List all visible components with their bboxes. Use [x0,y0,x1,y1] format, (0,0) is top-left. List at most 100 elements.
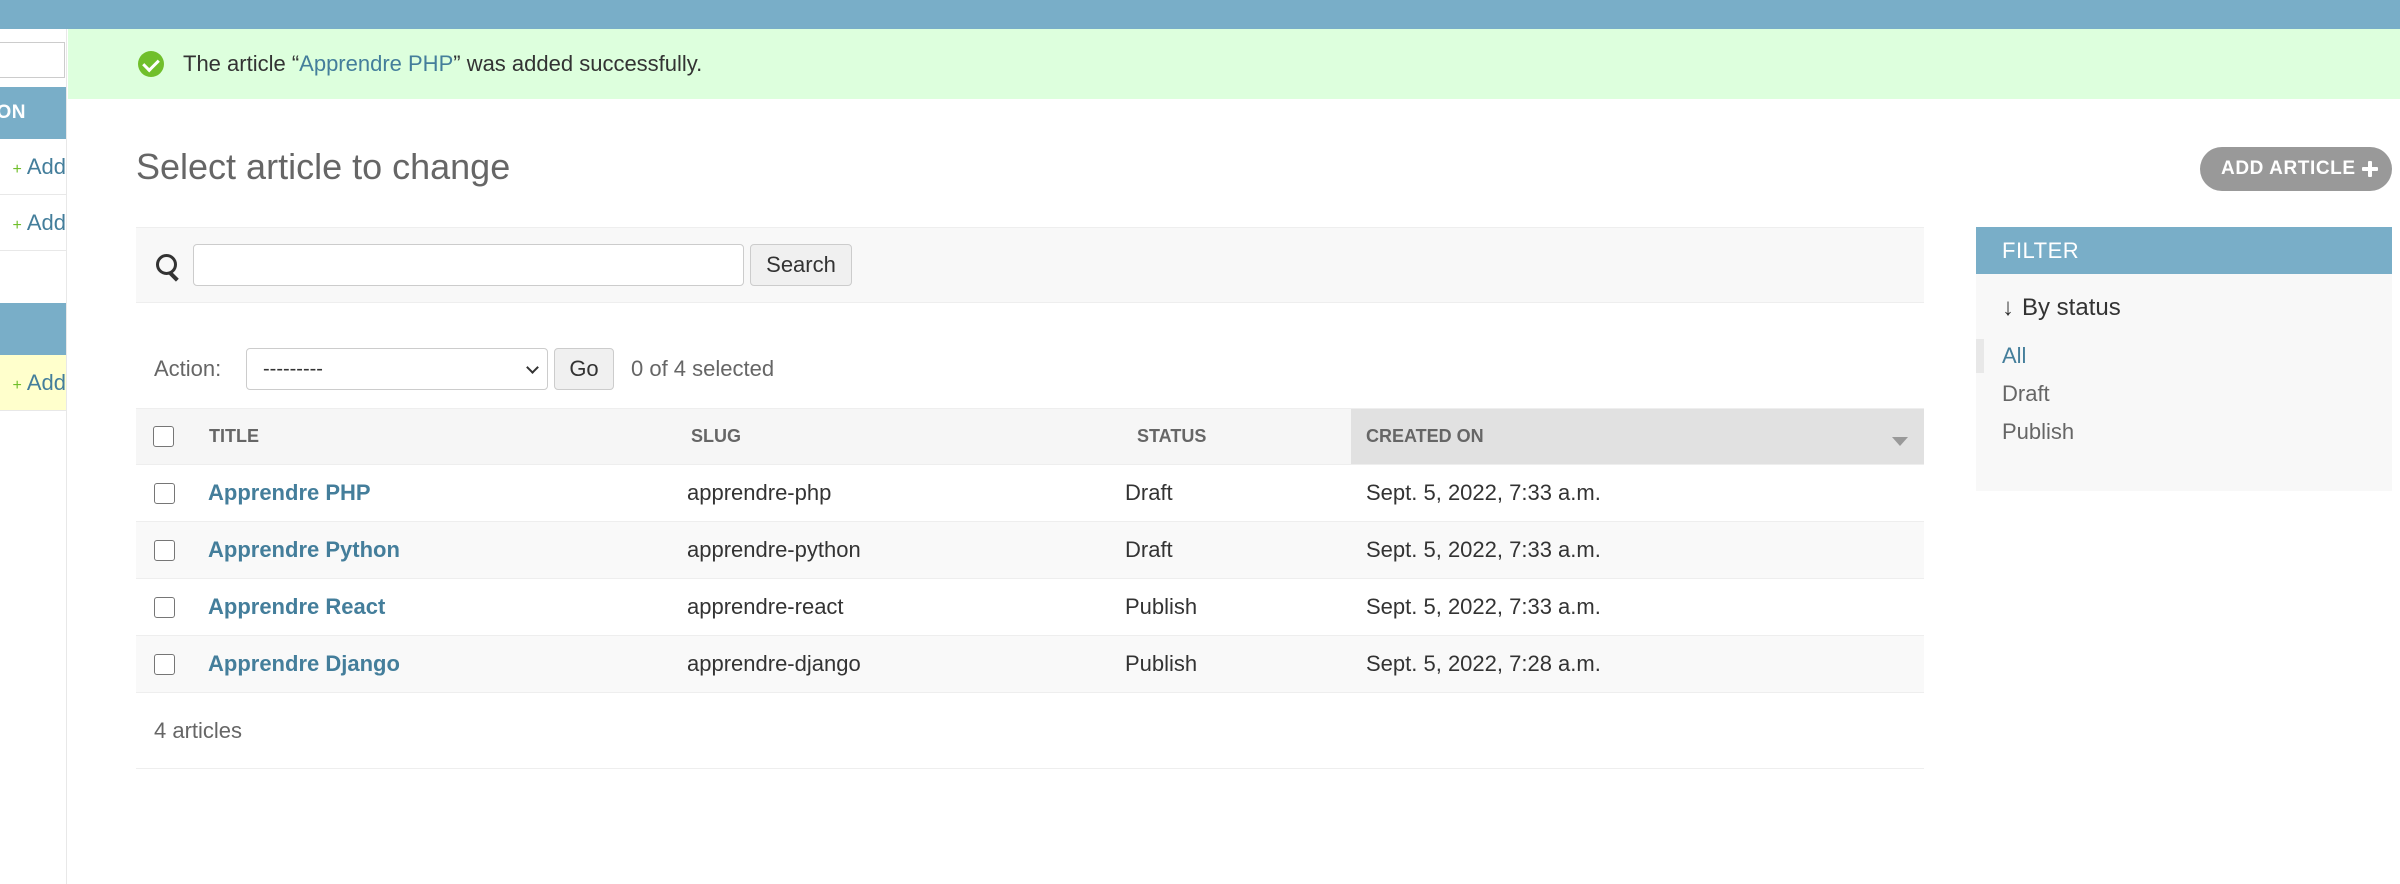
plus-icon: + [12,377,22,394]
created-cell: Sept. 5, 2022, 7:33 a.m. [1351,464,1924,522]
column-header-label: Slug [691,426,742,446]
app-caption[interactable]: ON [0,87,66,139]
message-article-link[interactable]: Apprendre PHP [299,51,453,76]
nav-add-label: Add [26,370,66,395]
page-title: Select article to change [136,146,511,187]
message-suffix: ” was added successfully. [453,51,703,76]
chevron-down-icon [526,361,539,374]
table-header-row: Title Slug Status Created on [136,408,1924,465]
nav-sidebar: ON + Add + Add + Add [0,29,67,884]
top-header-bar [0,0,2400,29]
nav-filter-input[interactable] [0,42,65,78]
results-table: Title Slug Status Created on Apprendre P… [136,408,1924,693]
selected-count: 0 of 4 selected [631,356,775,381]
created-cell: Sept. 5, 2022, 7:28 a.m. [1351,635,1924,693]
success-message: The article “Apprendre PHP” was added su… [68,29,2400,99]
article-title-link[interactable]: Apprendre PHP [195,480,371,505]
plus-icon: + [12,217,22,234]
app-caption[interactable] [0,303,66,355]
created-value: Sept. 5, 2022, 7:33 a.m. [1366,594,1601,619]
add-article-button[interactable]: Add article [2200,147,2392,191]
slug-value: apprendre-python [687,537,861,562]
table-row: Apprendre React apprendre-react Publish … [136,578,1924,636]
column-header-slug[interactable]: Slug [676,408,1122,465]
search-icon [156,254,182,280]
row-checkbox[interactable] [154,539,175,561]
sort-descending-icon[interactable] [1892,437,1908,446]
paginator: 4 articles [136,693,1924,769]
row-checkbox-cell [136,635,194,693]
select-all-checkbox[interactable] [153,426,174,447]
column-header-label: Title [209,426,259,446]
created-value: Sept. 5, 2022, 7:28 a.m. [1366,651,1601,676]
status-value: Draft [1125,537,1173,562]
column-header-label: Status [1137,426,1207,446]
filter-heading: Filter [1976,227,2392,274]
created-cell: Sept. 5, 2022, 7:33 a.m. [1351,578,1924,636]
action-select[interactable]: --------- [246,348,548,390]
row-checkbox-cell [136,464,194,522]
filter-options: All Draft Publish [1976,337,2392,451]
filter-option-draft[interactable]: Draft [1976,375,2392,413]
plus-icon: + [12,161,22,178]
filter-option-all[interactable]: All [1976,337,2392,375]
row-checkbox[interactable] [154,653,175,675]
status-value: Publish [1125,594,1198,619]
article-title-link[interactable]: Apprendre Django [195,651,400,676]
column-header-label: Created on [1366,426,1484,446]
slug-cell: apprendre-php [676,464,1122,522]
app-caption-label: ON [0,102,26,123]
slug-cell: apprendre-python [676,521,1122,579]
slug-value: apprendre-php [687,480,832,505]
status-cell: Draft [1122,521,1351,579]
status-value: Draft [1125,480,1173,505]
success-check-icon [138,51,164,77]
search-input[interactable] [193,244,744,286]
created-value: Sept. 5, 2022, 7:33 a.m. [1366,480,1601,505]
row-checkbox-cell [136,521,194,579]
nav-model-row: + Add [0,139,66,195]
message-prefix: The article “ [183,51,300,76]
go-button[interactable]: Go [554,348,614,390]
add-article-label: Add article [2221,158,2356,179]
slug-value: apprendre-django [687,651,861,676]
title-cell: Apprendre Python [194,521,676,579]
title-cell: Apprendre React [194,578,676,636]
filter-subtitle-label: By status [2022,294,2121,321]
status-value: Publish [1125,651,1198,676]
column-header-title[interactable]: Title [194,408,676,465]
status-cell: Publish [1122,578,1351,636]
nav-model-row-current: + Add [0,355,66,411]
column-header-status[interactable]: Status [1122,408,1351,465]
slug-cell: apprendre-django [676,635,1122,693]
article-title-link[interactable]: Apprendre Python [195,537,400,562]
slug-cell: apprendre-react [676,578,1122,636]
filter-subtitle[interactable]: ↓ By status [2002,294,2121,322]
nav-model-row: + Add [0,195,66,251]
nav-add-link[interactable]: + Add [13,195,67,254]
nav-add-link[interactable]: + Add [13,139,67,198]
status-cell: Publish [1122,635,1351,693]
filter-option-publish[interactable]: Publish [1976,413,2392,451]
status-cell: Draft [1122,464,1351,522]
nav-add-label: Add [26,154,66,179]
filter-panel: Filter ↓ By status All Draft Publish [1976,227,2392,491]
created-cell: Sept. 5, 2022, 7:33 a.m. [1351,521,1924,579]
plus-icon [2362,161,2378,177]
action-select-value: --------- [263,358,323,380]
action-label: Action: [154,356,222,381]
select-all-header [136,408,194,465]
article-title-link[interactable]: Apprendre React [195,594,385,619]
table-row: Apprendre Python apprendre-python Draft … [136,521,1924,579]
nav-add-link[interactable]: + Add [13,355,67,414]
table-row: Apprendre PHP apprendre-php Draft Sept. … [136,464,1924,522]
search-button[interactable]: Search [750,244,852,286]
column-header-created-on[interactable]: Created on [1351,408,1924,465]
nav-add-label: Add [26,210,66,235]
table-row: Apprendre Django apprendre-django Publis… [136,635,1924,693]
row-checkbox[interactable] [154,596,175,618]
arrow-down-icon: ↓ [2002,294,2014,321]
search-toolbar: Search [136,227,1924,303]
created-value: Sept. 5, 2022, 7:33 a.m. [1366,537,1601,562]
row-checkbox[interactable] [154,482,175,504]
